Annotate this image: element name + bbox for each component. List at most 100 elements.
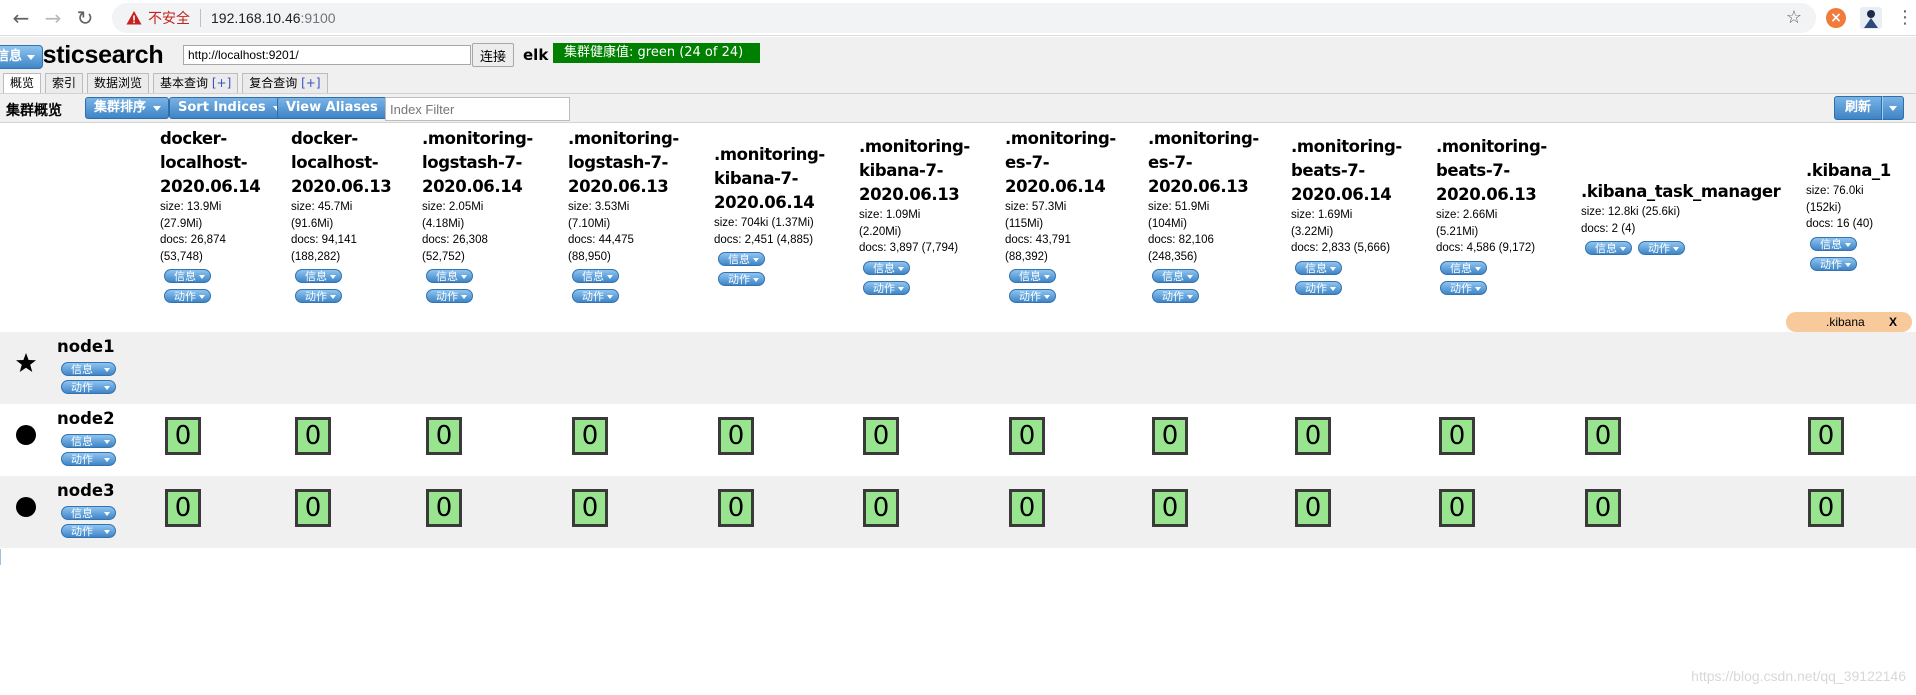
index-name-line: docker-	[160, 129, 227, 148]
tab-4[interactable]: 复合查询 [+]	[242, 73, 328, 93]
index-docs-total: (52,752)	[422, 250, 465, 263]
index-docs: docs: 3,897 (7,794)	[859, 242, 959, 254]
index-name-line: .monitoring-	[859, 137, 970, 156]
shard-box[interactable]: 0	[1585, 417, 1621, 455]
shard-box[interactable]: 0	[1152, 417, 1188, 455]
node-info-button[interactable]: 信息	[61, 434, 116, 448]
index-size-total: (91.6Mi)	[291, 217, 334, 230]
text-cursor	[0, 549, 2, 565]
index-action-button[interactable]: 动作	[572, 289, 619, 303]
index-action-button[interactable]: 动作	[1638, 241, 1685, 255]
index-info-button[interactable]: 信息	[1585, 241, 1632, 255]
index-docs: docs: 4,586 (9,172)	[1436, 242, 1536, 254]
index-size-total: (104Mi)	[1148, 217, 1187, 230]
tab-3[interactable]: 基本查询 [+]	[153, 73, 239, 93]
node-row: node1 信息 动作	[0, 332, 1916, 404]
index-action-button[interactable]: 动作	[1152, 289, 1199, 303]
sort-indices-button[interactable]: Sort Indices	[169, 97, 289, 119]
connection-url-input[interactable]	[183, 45, 471, 65]
index-name-line: logstash-7-	[568, 153, 668, 172]
index-column: .monitoring-es-7- 2020.06.14 size: 57.3Mi (…	[1005, 127, 1116, 305]
index-filter-input[interactable]	[385, 97, 570, 121]
shard-box[interactable]: 0	[165, 417, 201, 455]
index-info-button[interactable]: 信息	[1295, 260, 1342, 275]
main-tabs: 概览 索引 数据浏览 基本查询 [+] 复合查询 [+]	[3, 73, 332, 94]
index-info-button[interactable]: 信息	[1810, 236, 1857, 251]
index-info-button[interactable]: 信息	[1440, 260, 1487, 275]
index-info-button[interactable]: 信息	[572, 269, 619, 283]
shard-box[interactable]: 0	[1295, 489, 1331, 527]
shard-box[interactable]: 0	[863, 489, 899, 527]
index-name-line: .monitoring-	[422, 129, 533, 148]
shard-box[interactable]: 0	[1009, 417, 1045, 455]
node-info-button[interactable]: 信息	[61, 506, 116, 520]
tab-2[interactable]: 数据浏览	[87, 73, 150, 93]
index-info-button[interactable]: 信息	[718, 252, 765, 266]
shard-box[interactable]: 0	[1295, 417, 1331, 455]
index-info-button[interactable]: 信息	[863, 260, 910, 275]
index-action-button[interactable]: 动作	[1440, 280, 1487, 295]
reload-icon[interactable]: ↻	[72, 5, 98, 31]
tab-plus-link[interactable]: [+]	[301, 76, 320, 90]
address-bar[interactable]: 不安全 192.168.10.46:9100 ☆	[112, 2, 1816, 33]
shard-box[interactable]: 0	[165, 489, 201, 527]
view-aliases-button[interactable]: View Aliases	[277, 97, 401, 119]
node-buttons: 信息 动作	[61, 362, 116, 398]
index-info-button[interactable]: 信息	[426, 269, 473, 283]
index-action-button[interactable]: 动作	[1810, 256, 1857, 271]
shard-box[interactable]: 0	[572, 417, 608, 455]
shard-box[interactable]: 0	[426, 489, 462, 527]
node-info-button[interactable]: 信息	[61, 362, 116, 376]
forward-arrow-icon[interactable]: →	[40, 5, 66, 31]
refresh-button[interactable]: 刷新	[1833, 96, 1882, 120]
shard-box[interactable]: 0	[426, 417, 462, 455]
browser-menu-icon[interactable]: ⋮	[1896, 7, 1914, 28]
shard-box[interactable]: 0	[718, 489, 754, 527]
profile-avatar-icon[interactable]	[1860, 6, 1882, 29]
shard-box[interactable]: 0	[1439, 417, 1475, 455]
index-action-button[interactable]: 动作	[718, 272, 765, 286]
tab-label: 索引	[52, 76, 77, 90]
shard-box[interactable]: 0	[295, 417, 331, 455]
node-action-button[interactable]: 动作	[61, 524, 116, 538]
index-size: size: 13.9Mi	[160, 201, 222, 213]
shard-box[interactable]: 0	[1808, 417, 1844, 455]
index-action-button[interactable]: 动作	[164, 289, 211, 303]
index-action-button[interactable]: 动作	[1009, 289, 1056, 303]
back-arrow-icon[interactable]: ←	[8, 5, 34, 31]
node-name: node2	[57, 409, 115, 428]
index-docs: docs: 2,833 (5,666)	[1291, 242, 1391, 254]
connect-button[interactable]: 连接	[472, 43, 514, 67]
index-action-button[interactable]: 动作	[295, 289, 342, 303]
node-action-button[interactable]: 动作	[61, 452, 116, 466]
extension-icon[interactable]: ×	[1826, 7, 1846, 28]
index-info-button[interactable]: 信息	[295, 269, 342, 283]
bookmark-star-icon[interactable]: ☆	[1786, 7, 1802, 28]
refresh-options-chevron-icon[interactable]	[1882, 96, 1904, 120]
tab-plus-link[interactable]: [+]	[212, 76, 231, 90]
index-column: docker-localhost- 2020.06.13 size: 45.7Mi (…	[291, 127, 392, 305]
shard-box[interactable]: 0	[1808, 489, 1844, 527]
node-action-button[interactable]: 动作	[61, 380, 116, 394]
index-action-button[interactable]: 动作	[863, 280, 910, 295]
index-action-button[interactable]: 动作	[1295, 280, 1342, 295]
index-info-button[interactable]: 信息	[1009, 269, 1056, 283]
shard-box[interactable]: 0	[1585, 489, 1621, 527]
index-action-button[interactable]: 动作	[426, 289, 473, 303]
tab-1[interactable]: 索引	[45, 73, 84, 93]
shard-box[interactable]: 0	[863, 417, 899, 455]
shard-box[interactable]: 0	[1439, 489, 1475, 527]
cluster-sort-button[interactable]: 集群排序	[85, 97, 170, 119]
index-docs: docs: 94,141	[291, 234, 357, 246]
info-menu-button[interactable]: 信息	[0, 45, 44, 69]
tab-0[interactable]: 概览	[3, 73, 42, 94]
shard-box[interactable]: 0	[1009, 489, 1045, 527]
alias-close-icon[interactable]: X	[1889, 312, 1897, 332]
index-info-button[interactable]: 信息	[164, 269, 211, 283]
shard-box[interactable]: 0	[572, 489, 608, 527]
shard-box[interactable]: 0	[295, 489, 331, 527]
shard-box[interactable]: 0	[718, 417, 754, 455]
index-info-button[interactable]: 信息	[1152, 269, 1199, 283]
shard-box[interactable]: 0	[1152, 489, 1188, 527]
index-size: size: 45.7Mi	[291, 201, 353, 213]
